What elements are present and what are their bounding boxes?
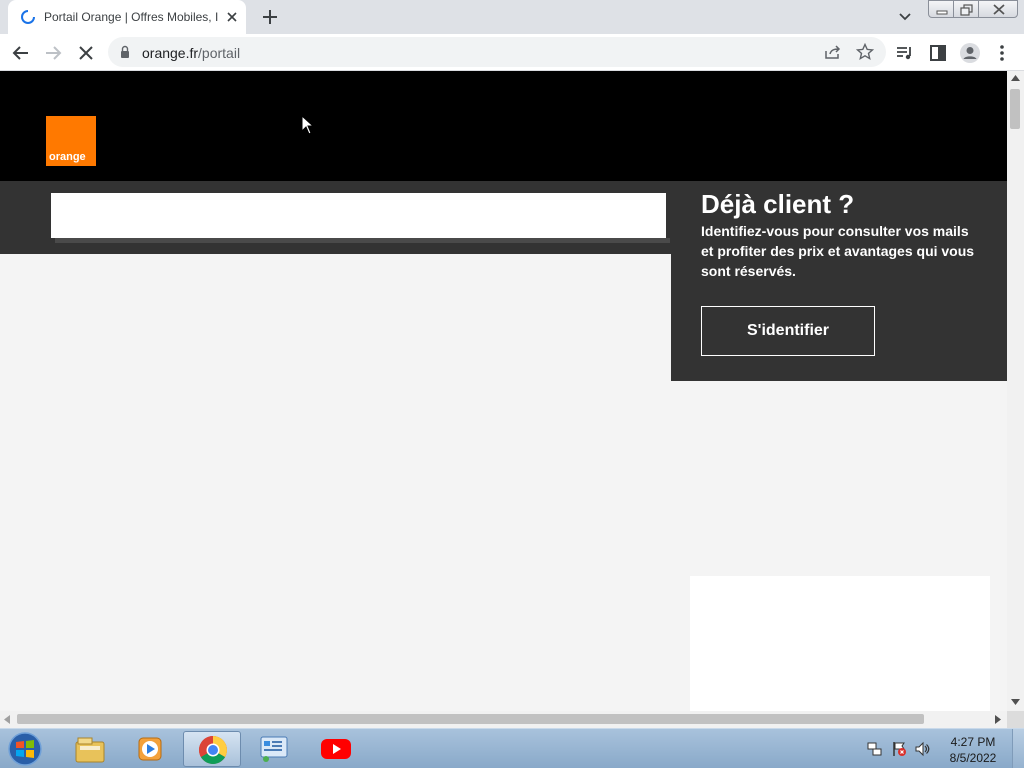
action-center-flag-icon[interactable] bbox=[891, 741, 907, 757]
taskbar-control-panel[interactable] bbox=[245, 731, 303, 767]
menu-kebab-icon[interactable] bbox=[990, 41, 1014, 65]
mouse-cursor-icon bbox=[301, 115, 315, 135]
close-window-icon bbox=[993, 4, 1005, 15]
taskbar-media-player[interactable] bbox=[122, 731, 180, 767]
share-icon[interactable] bbox=[824, 44, 842, 60]
site-header: orange bbox=[0, 71, 1007, 181]
restore-icon bbox=[960, 4, 973, 16]
new-tab-button[interactable] bbox=[258, 6, 282, 28]
stop-loading-icon[interactable] bbox=[74, 41, 98, 65]
system-clock[interactable]: 4:27 PM 8/5/2022 bbox=[940, 734, 1006, 766]
logo-text: orange bbox=[49, 151, 86, 163]
login-title: Déjà client ? bbox=[701, 189, 855, 219]
minimize-icon bbox=[936, 10, 948, 15]
close-window-button[interactable] bbox=[978, 0, 1018, 18]
control-panel-icon bbox=[260, 736, 288, 762]
tab-search-icon[interactable] bbox=[894, 8, 916, 26]
login-panel: Déjà client ? Identifiez-vous pour consu… bbox=[671, 181, 1007, 381]
vertical-scrollbar[interactable] bbox=[1007, 71, 1024, 711]
back-arrow-icon[interactable] bbox=[9, 41, 33, 65]
loading-spinner-icon bbox=[21, 10, 35, 24]
show-desktop-button[interactable] bbox=[1012, 729, 1024, 768]
media-player-icon bbox=[138, 737, 162, 761]
tab-strip: Portail Orange | Offres Mobiles, I bbox=[0, 0, 1024, 34]
sign-in-button[interactable]: S'identifier bbox=[701, 306, 875, 356]
scroll-up-icon[interactable] bbox=[1011, 75, 1020, 81]
scroll-left-icon[interactable] bbox=[4, 715, 10, 724]
page-viewport: orange Déjà client ? Identifiez-vous pou… bbox=[0, 71, 1007, 711]
login-description: Identifiez-vous pour consulter vos mails… bbox=[701, 223, 975, 279]
search-shadow bbox=[55, 238, 670, 243]
profile-avatar-icon[interactable] bbox=[958, 41, 982, 65]
address-bar[interactable]: orange.fr/portail bbox=[108, 37, 886, 67]
url-text[interactable]: orange.fr/portail bbox=[142, 45, 240, 61]
start-button-icon[interactable] bbox=[6, 731, 44, 767]
lock-icon[interactable] bbox=[118, 45, 132, 59]
volume-icon[interactable] bbox=[914, 741, 930, 757]
url-path: /portail bbox=[198, 45, 241, 61]
clock-date: 8/5/2022 bbox=[949, 751, 997, 765]
browser-toolbar: orange.fr/portail bbox=[0, 34, 1024, 71]
chrome-icon bbox=[199, 736, 227, 764]
taskbar-chrome[interactable] bbox=[183, 731, 241, 767]
orange-logo[interactable]: orange bbox=[46, 116, 96, 166]
horizontal-scrollbar[interactable] bbox=[0, 711, 1007, 728]
url-domain: orange.fr bbox=[142, 45, 199, 61]
network-tray-icon[interactable] bbox=[867, 741, 883, 757]
content-card bbox=[690, 576, 990, 711]
vertical-scroll-thumb[interactable] bbox=[1010, 89, 1020, 129]
horizontal-scroll-thumb[interactable] bbox=[17, 714, 924, 724]
windows-taskbar: 4:27 PM 8/5/2022 bbox=[0, 728, 1024, 768]
scrollbar-corner bbox=[1007, 711, 1024, 728]
tab-title: Portail Orange | Offres Mobiles, I bbox=[44, 10, 219, 24]
clock-time: 4:27 PM bbox=[950, 735, 996, 749]
folder-icon bbox=[75, 737, 105, 763]
browser-tab[interactable]: Portail Orange | Offres Mobiles, I bbox=[8, 0, 246, 34]
scroll-right-icon[interactable] bbox=[995, 715, 1001, 724]
search-input[interactable] bbox=[51, 193, 666, 238]
restore-button[interactable] bbox=[953, 0, 980, 18]
media-controls-icon[interactable] bbox=[893, 41, 917, 65]
youtube-icon bbox=[321, 739, 351, 759]
taskbar-explorer[interactable] bbox=[61, 731, 119, 767]
bookmark-star-icon[interactable] bbox=[856, 43, 874, 61]
taskbar-youtube[interactable] bbox=[307, 731, 365, 767]
close-tab-icon[interactable] bbox=[224, 9, 240, 25]
forward-arrow-icon[interactable] bbox=[41, 41, 65, 65]
minimize-button[interactable] bbox=[928, 0, 955, 18]
scroll-down-icon[interactable] bbox=[1011, 699, 1020, 705]
side-panel-icon[interactable] bbox=[926, 41, 950, 65]
